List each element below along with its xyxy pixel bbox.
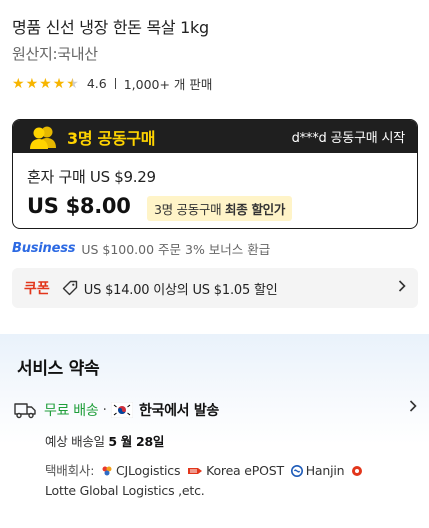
carrier-item: CJLogistics [116,463,181,478]
solo-price: 혼자 구매 US $9.29 [27,168,156,186]
discount-badge: 3명 공동구매 최종 할인가 [147,196,293,221]
lotte-logo-icon [351,464,363,482]
coupon-label: 쿠폰 [24,281,50,297]
cj-logo-icon [101,464,113,482]
rating-stars: ★ ★ ★ ★ ★ [12,77,79,91]
star-icon: ★ [12,75,25,92]
group-buy-starter: d***d 공동구매 시작 [291,131,406,146]
group-buy-label: 3명 공동구매 [67,128,156,148]
carrier-item: Hanjin [305,463,345,478]
badge-emphasis: 최종 할인가 [225,202,286,217]
business-row[interactable]: Business US $100.00 주문 3% 보너스 환급 [12,239,270,258]
product-origin: 원산지:국내산 [12,45,98,63]
group-buy-header: 3명 공동구매 d***d 공동구매 시작 [13,120,417,153]
eta-prefix: 예상 배송일 [45,434,109,449]
carrier-label: 택배회사: [45,463,95,478]
product-title: 명품 신선 냉장 한돈 목살 1kg [12,18,209,37]
sales-count: 1,000+ 개 판매 [123,77,213,92]
star-icon: ★ [52,75,66,92]
ships-from: 한국에서 발송 [138,403,219,419]
hanjin-logo-icon [290,464,303,482]
free-shipping: 무료 배송 [44,403,99,419]
service-section: 서비스 약속 무료 배송 · 한국에서 발송 예상 배송일 5 월 28일 택배… [0,334,429,528]
business-logo: Business [12,241,76,256]
half-star-icon: ★ [66,75,79,92]
people-icon [27,125,59,149]
korea-flag-icon [110,402,133,418]
business-text: US $100.00 주문 3% 보너스 환급 [81,242,271,257]
carrier-item: Korea ePOST [206,463,284,478]
star-icon: ★ [25,75,39,92]
carrier-item: Lotte Global Logistics ,etc. [45,483,205,498]
coupon-text: US $14.00 이상의 US $1.05 할인 [83,282,278,298]
epost-logo-icon [187,464,203,482]
chevron-right-icon[interactable] [409,400,417,416]
divider [114,78,116,89]
eta-date: 5 월 28일 [108,434,165,449]
group-price: US $8.00 [27,194,131,218]
separator: · [102,402,107,418]
chevron-right-icon[interactable] [398,280,406,296]
carrier-list: 택배회사: CJLogistics Korea ePOST Hanjin Lot… [45,462,415,500]
tag-icon [62,280,78,296]
shipping-row[interactable]: 무료 배송 · 한국에서 발송 [14,400,219,420]
star-icon: ★ [39,75,52,92]
rating-value: 4.6 [86,76,107,91]
badge-prefix: 3명 공동구매 [154,202,225,217]
rating-row[interactable]: ★ ★ ★ ★ ★ 4.6 1,000+ 개 판매 [12,74,212,93]
truck-icon [14,401,36,419]
delivery-estimate: 예상 배송일 5 월 28일 [45,431,164,450]
coupon-row[interactable]: 쿠폰 US $14.00 이상의 US $1.05 할인 [12,268,418,308]
group-buy-card[interactable]: 3명 공동구매 d***d 공동구매 시작 혼자 구매 US $9.29 US … [12,119,418,229]
service-title: 서비스 약속 [17,359,100,379]
